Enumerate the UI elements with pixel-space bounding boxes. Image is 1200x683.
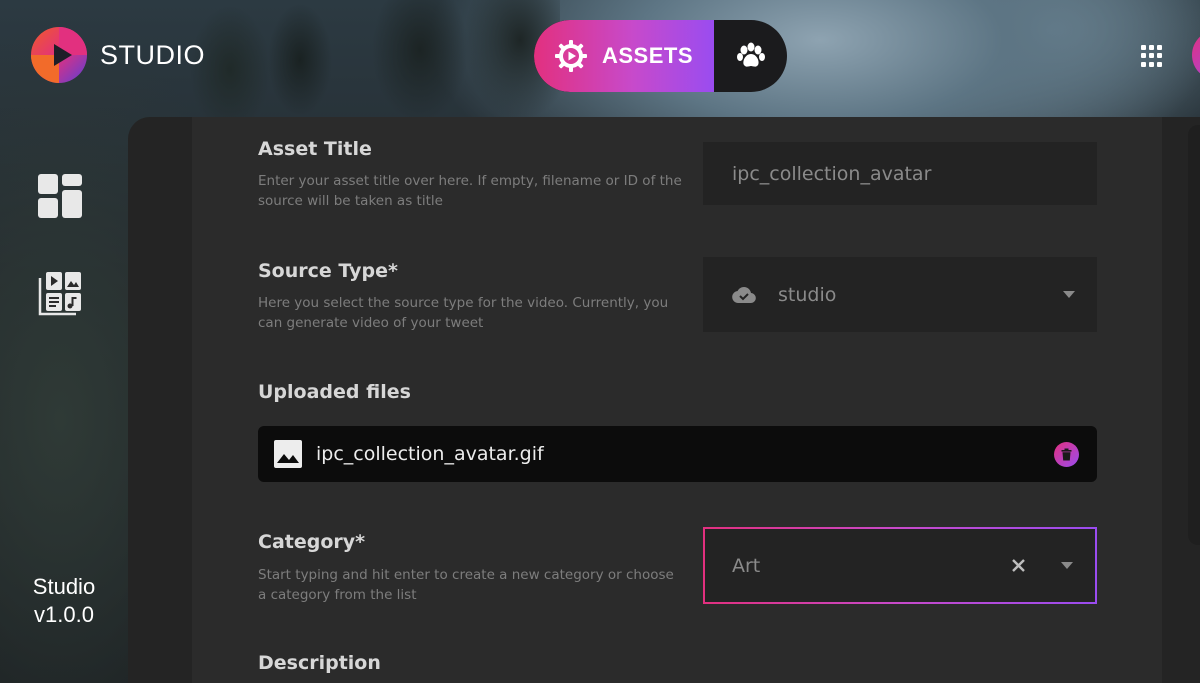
right-drawer-edge	[1188, 125, 1200, 545]
source-type-label: Source Type*	[258, 260, 398, 282]
uploaded-file-item[interactable]: ipc_collection_avatar.gif	[258, 426, 1097, 482]
asset-title-label: Asset Title	[258, 138, 372, 160]
uploaded-file-name: ipc_collection_avatar.gif	[316, 443, 544, 465]
source-type-value: studio	[778, 283, 837, 306]
apps-grid-icon[interactable]	[1141, 45, 1163, 67]
source-type-help: Here you select the source type for the …	[258, 295, 669, 331]
category-help: Start typing and hit enter to create a n…	[258, 567, 674, 603]
tab-assets-label: ASSETS	[602, 43, 694, 68]
uploaded-files-label: Uploaded files	[258, 381, 411, 403]
version-number: v1.0.0	[34, 602, 94, 627]
app-version: Studio v1.0.0	[22, 573, 106, 629]
category-input-area[interactable]: Art	[705, 529, 1095, 602]
asset-title-value: ipc_collection_avatar	[732, 162, 932, 185]
clear-icon[interactable]	[1012, 559, 1025, 572]
app-name: STUDIO	[100, 39, 206, 70]
paw-icon	[736, 42, 765, 67]
cloud-icon	[732, 286, 756, 303]
description-label: Description	[258, 652, 381, 674]
media-library-icon[interactable]	[38, 270, 84, 316]
delete-file-button[interactable]	[1054, 442, 1079, 467]
main-nav-switch: ASSETS	[534, 20, 787, 92]
chevron-down-icon[interactable]	[1061, 562, 1073, 569]
category-value: Art	[732, 554, 761, 577]
image-icon	[274, 440, 302, 468]
dashboard-icon[interactable]	[38, 174, 84, 220]
trash-icon	[1061, 448, 1072, 461]
tab-pets[interactable]	[714, 20, 787, 92]
source-type-select[interactable]: studio	[703, 257, 1097, 332]
tab-assets[interactable]: ASSETS	[534, 20, 714, 92]
chevron-down-icon[interactable]	[1063, 291, 1075, 298]
asset-title-input[interactable]: ipc_collection_avatar	[703, 142, 1097, 205]
category-combobox[interactable]: Art	[703, 527, 1097, 604]
studio-logo-icon	[31, 27, 87, 83]
app-logo[interactable]: STUDIO	[30, 26, 205, 84]
version-name: Studio	[32, 574, 96, 599]
gear-play-icon	[555, 40, 587, 72]
asset-title-help: Enter your asset title over here. If emp…	[258, 173, 682, 209]
category-label: Category*	[258, 531, 366, 553]
